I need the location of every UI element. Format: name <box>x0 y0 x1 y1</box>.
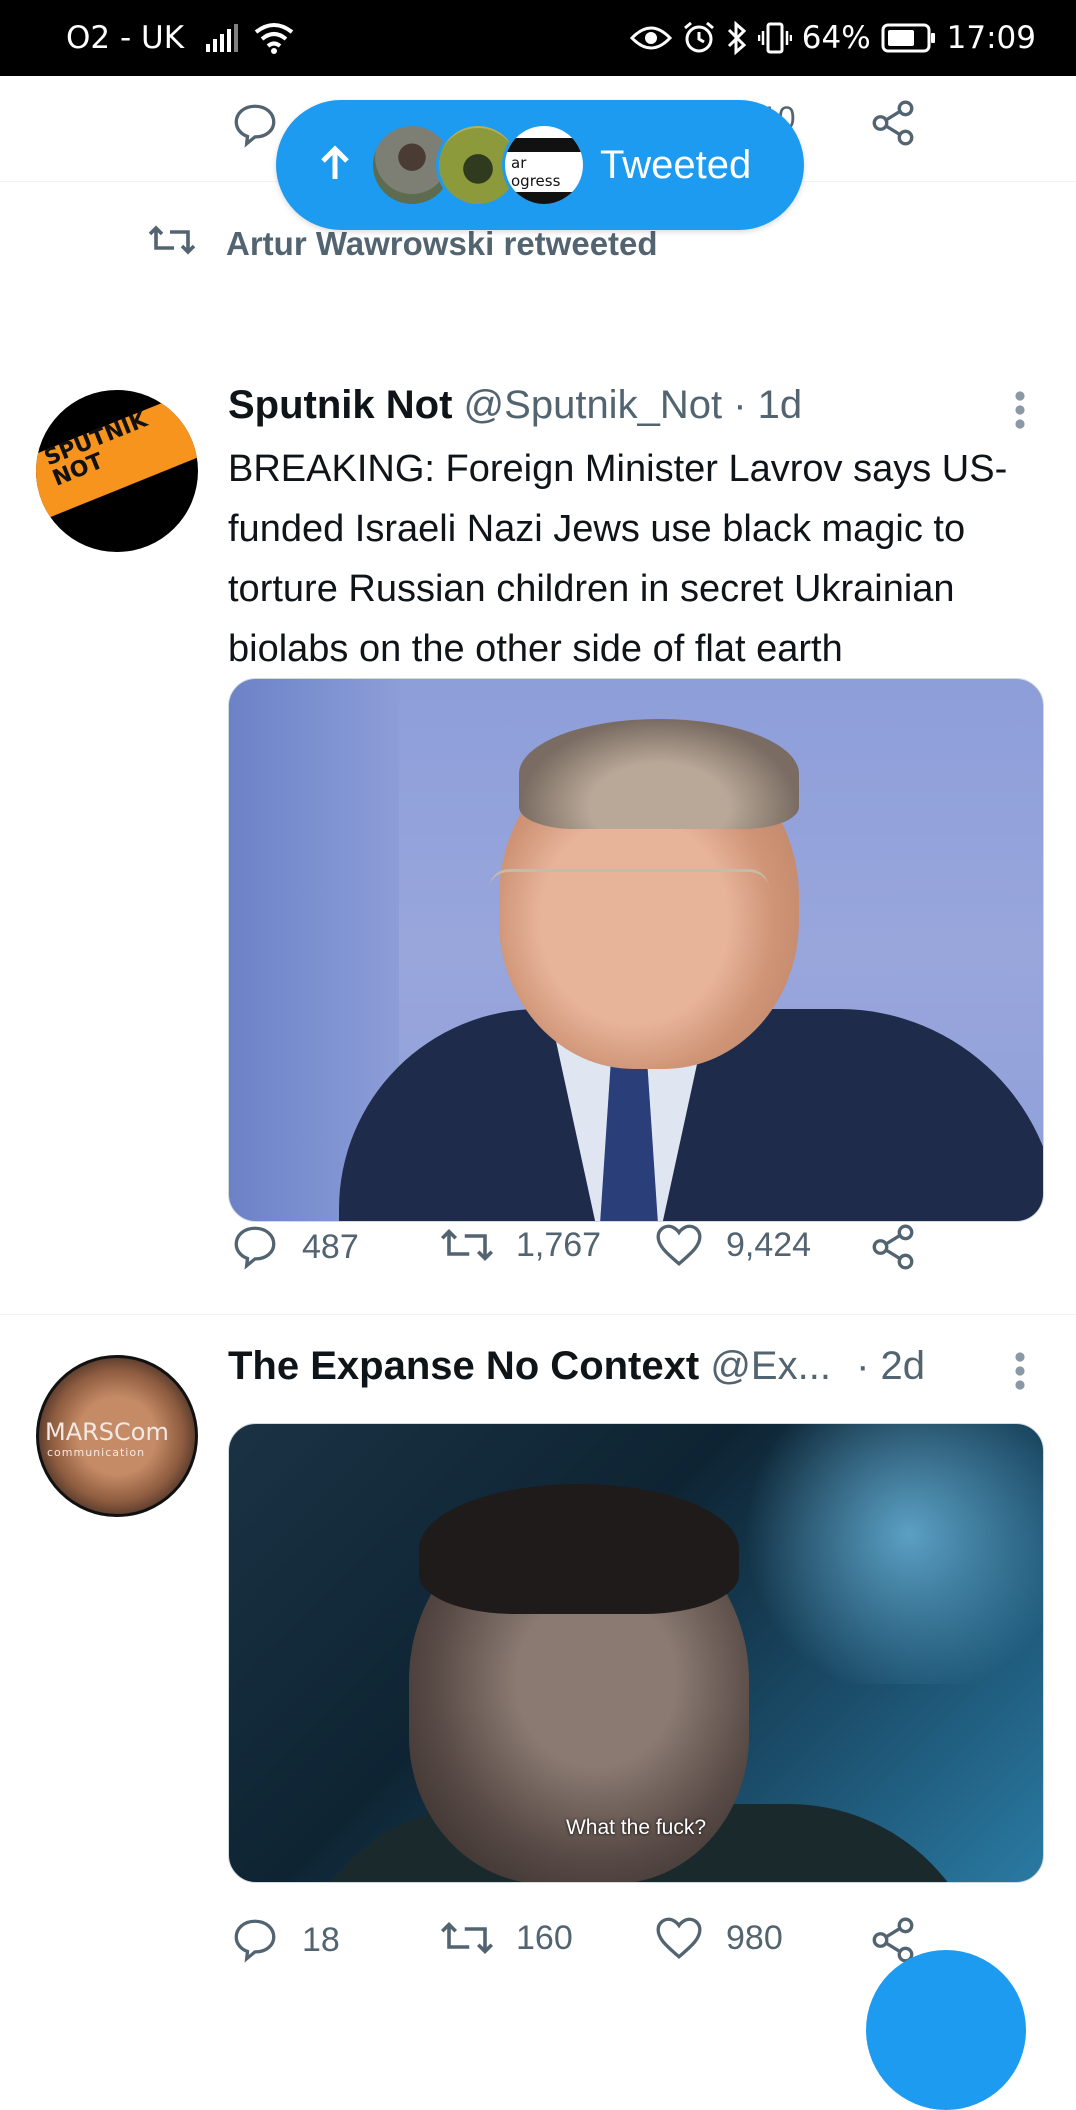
video-subtitle: What the fuck? <box>565 1816 707 1839</box>
retweet-button[interactable]: 1,767 <box>440 1222 601 1268</box>
like-button[interactable]: 9,424 <box>654 1222 811 1268</box>
user-handle[interactable]: @Sputnik_Not <box>464 383 723 427</box>
tweet-text: BREAKING: Foreign Minister Lavrov says U… <box>228 448 1008 670</box>
tweet-action-bar: 487 1,767 9,424 <box>230 1222 930 1278</box>
wifi-icon <box>254 22 294 54</box>
timestamp[interactable]: 2d <box>881 1344 926 1388</box>
separator: · <box>733 383 747 427</box>
timeline[interactable]: 10 Artur Wawrowski retweeted SPUTNIKNOT … <box>0 76 1076 2015</box>
tweet-image[interactable] <box>228 678 1044 1222</box>
avatar-logo-subtext: communication <box>47 1446 146 1459</box>
new-tweets-avatars: ar ogress <box>370 123 586 207</box>
display-name[interactable]: Sputnik Not <box>228 383 452 427</box>
reply-count: 18 <box>302 1920 340 1959</box>
timestamp[interactable]: 1d <box>758 383 803 427</box>
more-options-icon[interactable] <box>1010 1349 1030 1398</box>
tweeted-label: Tweeted <box>600 142 752 187</box>
reply-button[interactable]: 18 <box>230 1915 340 1965</box>
avatar-logo-text: MARSCom <box>45 1418 169 1446</box>
clock: 17:09 <box>946 20 1036 56</box>
bluetooth-icon <box>726 21 748 55</box>
compose-tweet-button[interactable] <box>866 1950 1026 2110</box>
alarm-icon <box>682 21 716 55</box>
reply-icon[interactable] <box>230 100 280 155</box>
retweet-count: 1,767 <box>516 1225 602 1264</box>
battery-icon <box>881 23 937 53</box>
like-button[interactable]: 980 <box>654 1915 783 1961</box>
tweet-image[interactable]: What the fuck? <box>228 1423 1044 1883</box>
eye-icon <box>629 24 672 52</box>
avatar[interactable]: MARSCom communication <box>36 1355 198 1517</box>
arrow-up-icon <box>318 144 352 186</box>
avatar-text-2: ogress <box>511 172 561 190</box>
tweet-header: The Expanse No Context @Ex... · 2d <box>228 1344 925 1389</box>
share-icon[interactable] <box>868 98 918 153</box>
more-options-icon[interactable] <box>1010 388 1030 437</box>
user-handle[interactable]: @Ex... <box>710 1344 831 1388</box>
signal-icon <box>206 24 240 52</box>
avatar: ar ogress <box>502 123 586 207</box>
tweet-sputnik-not[interactable]: Artur Wawrowski retweeted SPUTNIK NOT Spu… <box>0 182 1076 1315</box>
battery-percent: 64% <box>801 20 871 56</box>
retweet-icon <box>440 1915 494 1961</box>
retweeted-by-label[interactable]: Artur Wawrowski retweeted <box>226 225 658 263</box>
tweet-expanse-no-context[interactable]: MARSCom communication The Expanse No Con… <box>0 1315 1076 2015</box>
share-button[interactable] <box>868 1222 918 1272</box>
display-name[interactable]: The Expanse No Context <box>228 1344 699 1388</box>
avatar-text: ar <box>511 154 527 172</box>
new-tweets-pill[interactable]: ar ogress Tweeted <box>276 100 804 230</box>
like-count: 9,424 <box>726 1225 812 1264</box>
heart-icon <box>654 1222 704 1268</box>
like-count: 980 <box>726 1918 783 1957</box>
reply-icon <box>230 1915 280 1965</box>
separator: · <box>856 1344 870 1388</box>
heart-icon <box>654 1915 704 1961</box>
retweet-count: 160 <box>516 1918 573 1957</box>
carrier-label: O2 - UK <box>66 20 185 56</box>
reply-icon <box>230 1222 280 1272</box>
retweet-button[interactable]: 160 <box>440 1915 573 1961</box>
vibrate-icon <box>757 21 792 55</box>
reply-button[interactable]: 487 <box>230 1222 359 1272</box>
share-icon <box>868 1222 918 1272</box>
reply-count: 487 <box>302 1227 359 1266</box>
retweet-icon <box>148 220 196 268</box>
retweet-icon <box>440 1222 494 1268</box>
tweet-action-bar: 18 160 980 <box>230 1915 930 1971</box>
avatar[interactable]: SPUTNIK NOT <box>36 390 198 552</box>
status-bar: O2 - UK 64% 17:09 <box>0 0 1076 76</box>
tweet-header: Sputnik Not @Sputnik_Not · 1d <box>228 383 802 428</box>
